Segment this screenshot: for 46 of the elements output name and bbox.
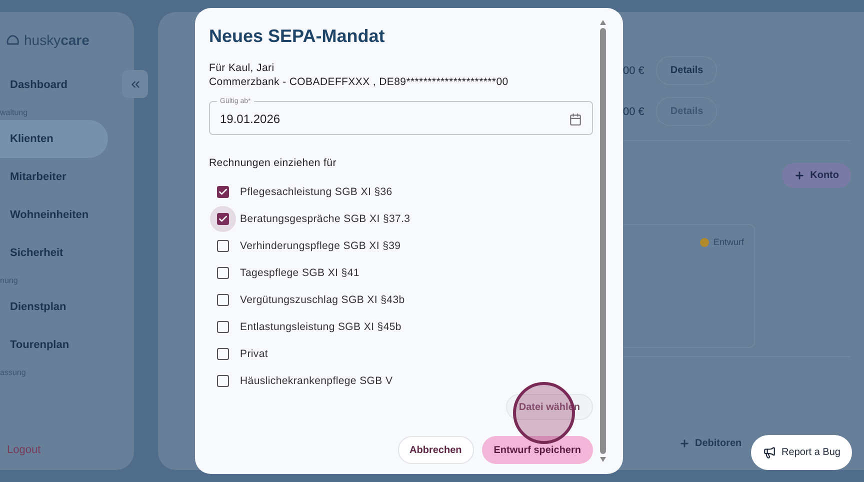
logout-link[interactable]: Logout	[7, 444, 41, 456]
checkbox-label: Privat	[240, 348, 268, 360]
checkbox-label: Beratungsgespräche SGB XI §37.3	[240, 212, 410, 225]
dialog-title: Neues SEPA-Mandat	[209, 26, 386, 47]
checkbox-label: Verhinderungspflege SGB XI §39	[240, 240, 401, 252]
save-draft-button[interactable]: Entwurf speichern	[482, 436, 593, 464]
calendar-icon[interactable]	[569, 112, 582, 126]
scroll-down-arrow-icon[interactable]	[600, 457, 606, 462]
nav-item[interactable]: Dashboard	[0, 66, 108, 104]
recipient-text: Für Kaul, Jari	[209, 61, 276, 75]
nav-item[interactable]: Dienstplan	[0, 288, 108, 326]
checkbox[interactable]	[217, 186, 229, 198]
checkbox-label: Vergütungszuschlag SGB XI §43b	[240, 294, 405, 306]
amount-text: 00 €	[623, 106, 644, 118]
checkbox[interactable]	[217, 348, 229, 360]
checkbox[interactable]	[217, 294, 229, 306]
checkbox-label: Tagespflege SGB XI §41	[240, 266, 360, 279]
nav-item[interactable]: Tourenplan	[0, 326, 108, 364]
nav-item[interactable]: Klienten	[0, 120, 108, 158]
checkbox[interactable]	[217, 320, 229, 333]
checkbox-label: Häuslichekrankenpflege SGB V	[240, 374, 393, 387]
add-account-button[interactable]: Konto	[782, 163, 851, 188]
bank-text: Commerzbank - COBADEFFXXX , DE89*********************00	[209, 75, 510, 89]
scroll-up-arrow-icon[interactable]	[600, 20, 606, 25]
section-label: Rechnungen einziehen für	[209, 157, 338, 169]
nav-item[interactable]: Sicherheit	[0, 234, 108, 272]
nav-item[interactable]: Wohneinheiten	[0, 196, 108, 234]
plus-icon	[794, 170, 806, 181]
report-bug-button[interactable]: Report a Bug	[751, 435, 852, 470]
details-button[interactable]: Details	[656, 56, 718, 85]
cancel-button[interactable]: Abbrechen	[398, 436, 474, 464]
amount-text: 00 €	[623, 64, 644, 76]
logo-text: huskycare	[24, 32, 90, 48]
nav-item[interactable]: Mitarbeiter	[0, 158, 108, 196]
plus-icon	[679, 438, 690, 449]
checkbox[interactable]	[217, 266, 229, 279]
checkbox[interactable]	[217, 240, 229, 252]
add-debitor-link[interactable]: Debitoren	[679, 438, 742, 449]
megaphone-icon	[762, 446, 776, 459]
status-label: Entwurf	[713, 237, 744, 247]
checkbox[interactable]	[217, 212, 229, 225]
checkbox[interactable]	[217, 374, 229, 387]
scrollbar[interactable]	[600, 20, 606, 462]
checkbox-label: Entlastungsleistung SGB XI §45b	[240, 320, 402, 333]
checkbox-label: Pflegesachleistung SGB XI §36	[240, 186, 392, 198]
cloud-icon	[6, 34, 20, 46]
